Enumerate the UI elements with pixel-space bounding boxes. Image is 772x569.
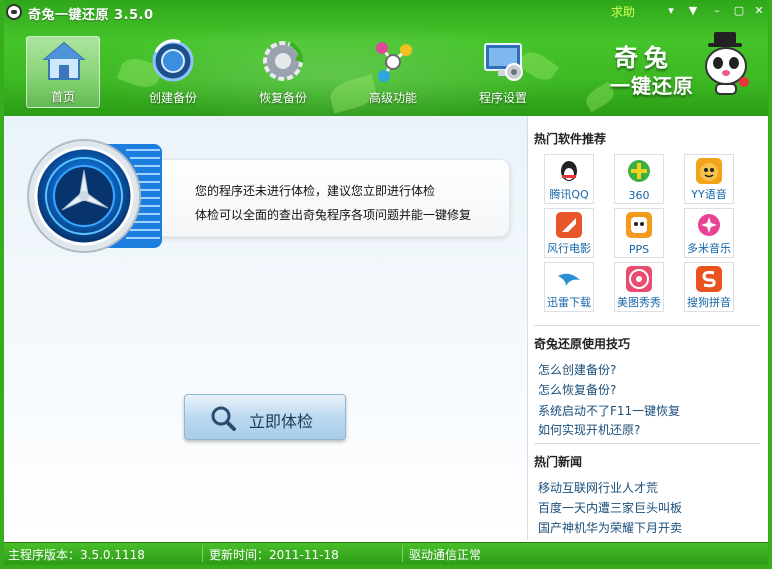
tab-home-label: 首页 [50, 90, 75, 104]
app-name: 搜狗拼音 [687, 296, 731, 309]
settings-icon [484, 43, 523, 81]
sogou-icon [696, 266, 722, 292]
create-backup-icon [152, 39, 194, 82]
tab-advanced-label: 高级功能 [368, 91, 417, 105]
divider [534, 443, 760, 444]
app-logo-icon [6, 4, 22, 20]
window-bottom-border [0, 563, 772, 569]
app-tile-duomi[interactable]: 多米音乐 [684, 208, 734, 258]
tips-title: 奇兔还原使用技巧 [534, 337, 631, 351]
app-tile-meitu[interactable]: 美图秀秀 [614, 262, 664, 312]
maximize-icon[interactable]: ▢ [732, 4, 746, 17]
title-bar[interactable]: 奇兔一键还原 3.5.0 求助 ▾ ▼ – ▢ ✕ [0, 0, 772, 24]
main-panel: 您的程序还未进行体检，建议您立即进行体检 体检可以全面的查出奇兔程序各项问题并能… [4, 116, 528, 540]
tab-advanced[interactable]: 高级功能 [356, 36, 430, 108]
duomi-icon [696, 212, 722, 238]
brand-logo: 奇兔 一键还原 [610, 38, 700, 98]
side-panel: 热门软件推荐 腾讯QQ 360 YY语音 风行电影 PPS 多米音乐 迅雷下载 … [528, 116, 768, 540]
search-icon [211, 406, 236, 431]
news-link[interactable]: 移动互联网行业人才荒 [538, 479, 658, 496]
checkup-message-line-1: 您的程序还未进行体检，建议您立即进行体检 [195, 184, 436, 198]
start-checkup-label: 立即体检 [249, 412, 314, 431]
brand-line-2: 一键还原 [610, 74, 694, 98]
app-name: 腾讯QQ [549, 188, 589, 201]
app-name: YY语音 [691, 188, 727, 201]
pps-icon [626, 212, 652, 238]
rabbit-mascot-icon [705, 32, 749, 95]
app-tile-xunlei[interactable]: 迅雷下载 [544, 262, 594, 312]
checkup-gauge-icon [27, 139, 162, 253]
app-name: 风行电影 [547, 242, 591, 255]
skin-icon[interactable]: ▾ [664, 4, 678, 17]
status-divider [202, 545, 203, 562]
app-name: 多米音乐 [687, 242, 731, 255]
close-icon[interactable]: ✕ [752, 4, 766, 17]
menu-icon[interactable]: ▼ [686, 4, 700, 17]
window-title: 奇兔一键还原 3.5.0 [28, 8, 154, 23]
tip-link-restore-backup[interactable]: 怎么恢复备份? [538, 381, 616, 398]
status-version: 主程序版本：3.5.0.1118 [8, 548, 145, 562]
tab-restore-backup[interactable]: 恢复备份 [246, 36, 320, 108]
tab-home[interactable]: 首页 [26, 36, 100, 108]
tab-settings-label: 程序设置 [478, 91, 527, 105]
status-update-time: 更新时间：2011-11-18 [209, 548, 339, 562]
status-divider [402, 545, 403, 562]
meitu-icon [626, 266, 652, 292]
360-icon [626, 158, 652, 184]
checkup-message-line-2: 体检可以全面的查出奇兔程序各项问题并能一键修复 [195, 208, 472, 222]
home-icon [42, 41, 86, 80]
restore-backup-icon [263, 41, 304, 81]
app-tile-360[interactable]: 360 [614, 154, 664, 204]
app-tile-yy[interactable]: YY语音 [684, 154, 734, 204]
app-tile-sogou[interactable]: 搜狗拼音 [684, 262, 734, 312]
tab-create-backup-label: 创建备份 [148, 91, 197, 105]
tip-link-boot-restore[interactable]: 如何实现开机还原? [538, 421, 640, 438]
xunlei-bird-icon [556, 266, 582, 292]
tab-settings[interactable]: 程序设置 [466, 36, 540, 108]
app-name: 360 [628, 189, 650, 202]
divider [534, 325, 760, 326]
status-driver: 驱动通信正常 [409, 548, 482, 562]
app-name: 美图秀秀 [617, 296, 661, 309]
funshion-icon [556, 212, 582, 238]
brand-line-1: 奇兔 [614, 44, 674, 72]
qq-icon [556, 158, 582, 184]
hot-apps-grid: 腾讯QQ 360 YY语音 风行电影 PPS 多米音乐 迅雷下载 美图秀秀 搜狗… [544, 154, 764, 314]
checkup-message-box: 您的程序还未进行体检，建议您立即进行体检 体检可以全面的查出奇兔程序各项问题并能… [134, 159, 510, 237]
start-checkup-button[interactable]: 立即体检 [184, 394, 346, 440]
help-link[interactable]: 求助 [611, 3, 635, 20]
app-tile-qq[interactable]: 腾讯QQ [544, 154, 594, 204]
news-link[interactable]: 国产神机华为荣耀下月开卖 [538, 519, 682, 536]
tab-restore-backup-label: 恢复备份 [258, 91, 307, 105]
app-name: 迅雷下载 [547, 296, 591, 309]
advanced-icon [376, 42, 412, 82]
status-bar: 主程序版本：3.5.0.1118 更新时间：2011-11-18 驱动通信正常 [4, 542, 768, 563]
news-title: 热门新闻 [534, 455, 583, 469]
app-tile-funshion[interactable]: 风行电影 [544, 208, 594, 258]
hot-apps-title: 热门软件推荐 [534, 132, 607, 146]
yy-icon [696, 158, 722, 184]
tip-link-create-backup[interactable]: 怎么创建备份? [538, 361, 616, 378]
app-name: PPS [628, 243, 650, 256]
tab-create-backup[interactable]: 创建备份 [136, 36, 210, 108]
app-tile-pps[interactable]: PPS [614, 208, 664, 258]
tip-link-f11-restore[interactable]: 系统启动不了F11一键恢复 [538, 402, 680, 419]
header: 奇兔一键还原 3.5.0 求助 ▾ ▼ – ▢ ✕ 首页 创建备份 恢复备份 高… [0, 0, 772, 116]
minimize-icon[interactable]: – [710, 4, 724, 17]
news-link[interactable]: 百度一天内遭三家巨头叫板 [538, 499, 682, 516]
